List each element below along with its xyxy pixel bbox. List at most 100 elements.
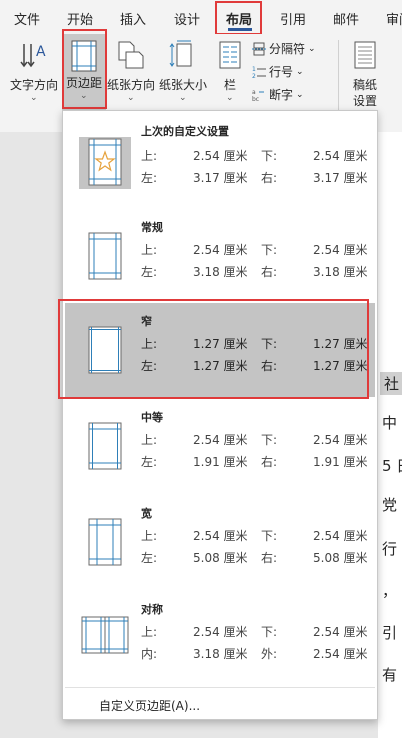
document-page[interactable]: [378, 132, 402, 738]
draft-paper-icon: [354, 41, 376, 69]
outside-label: 外:: [261, 647, 278, 661]
bottom-label: 下:: [261, 433, 278, 447]
active-tab-indicator: [228, 28, 252, 31]
orientation-label: 纸张方向: [106, 78, 155, 92]
left-value: 1.91 厘米: [193, 455, 248, 469]
margin-option-name: 上次的自定义设置: [141, 125, 229, 138]
doc-text-fragment: 行: [382, 540, 398, 558]
margin-option-wide[interactable]: 宽 上: 2.54 厘米 下: 2.54 厘米 左: 5.08 厘米 右: 5.…: [65, 495, 375, 589]
right-label: 右:: [261, 359, 278, 373]
margins-label: 页边距: [65, 76, 102, 90]
left-value: 1.27 厘米: [193, 359, 248, 373]
left-label: 左:: [141, 551, 158, 565]
columns-label: 栏: [223, 78, 236, 92]
doc-text-fragment: ，: [382, 582, 398, 600]
draft-paper-label-line1: 稿纸: [352, 78, 377, 92]
margin-preview-normal-icon: [88, 232, 122, 280]
breaks-icon: [252, 42, 266, 55]
top-value: 2.54 厘米: [193, 529, 248, 543]
tab-references[interactable]: 引用: [280, 9, 306, 28]
right-value: 1.27 厘米: [313, 359, 368, 373]
text-direction-button[interactable]: A 文字方向 ⌄: [6, 38, 62, 103]
svg-text:2: 2: [252, 73, 256, 79]
tab-insert[interactable]: 插入: [120, 9, 146, 28]
margin-option-name: 宽: [141, 507, 152, 520]
bottom-value: 2.54 厘米: [313, 243, 368, 257]
draft-paper-settings-button[interactable]: 稿纸 设置: [344, 38, 386, 108]
margin-preview-mirrored-icon: [81, 616, 129, 654]
svg-text:bc: bc: [252, 96, 259, 102]
margins-icon: [71, 40, 97, 72]
left-label: 左:: [141, 171, 158, 185]
margin-option-last-custom[interactable]: 上次的自定义设置 上: 2.54 厘米 下: 2.54 厘米 左: 3.17 厘…: [65, 115, 375, 209]
orientation-icon: [118, 41, 144, 69]
columns-icon: [219, 41, 241, 69]
margins-dropdown: 上次的自定义设置 上: 2.54 厘米 下: 2.54 厘米 左: 3.17 厘…: [62, 110, 378, 720]
bottom-label: 下:: [261, 625, 278, 639]
left-label: 左:: [141, 265, 158, 279]
line-numbers-label: 行号: [269, 65, 294, 79]
breaks-label: 分隔符: [269, 42, 306, 56]
margin-option-name: 中等: [141, 411, 163, 424]
doc-text-fragment: 社: [380, 372, 402, 395]
margin-option-name: 对称: [141, 603, 163, 616]
paper-size-button[interactable]: 纸张大小 ⌄: [158, 38, 208, 103]
top-value: 2.54 厘米: [193, 625, 248, 639]
ribbon-group-separator: [338, 40, 339, 118]
right-label: 右:: [261, 265, 278, 279]
tab-mailings[interactable]: 邮件: [333, 9, 359, 28]
orientation-button[interactable]: 纸张方向 ⌄: [106, 38, 156, 103]
doc-text-fragment: 有: [382, 666, 398, 684]
top-label: 上:: [141, 529, 158, 543]
right-label: 右:: [261, 171, 278, 185]
tab-review[interactable]: 审阅: [386, 9, 402, 28]
margin-option-mirrored[interactable]: 对称 上: 2.54 厘米 下: 2.54 厘米 内: 3.18 厘米 外: 2…: [65, 591, 375, 685]
custom-margins-button[interactable]: 自定义页边距(A)...: [99, 697, 200, 714]
margin-option-normal[interactable]: 常规 上: 2.54 厘米 下: 2.54 厘米 左: 3.18 厘米 右: 3…: [65, 209, 375, 303]
margin-option-moderate[interactable]: 中等 上: 2.54 厘米 下: 2.54 厘米 左: 1.91 厘米 右: 1…: [65, 399, 375, 493]
left-label: 左:: [141, 359, 158, 373]
tab-home[interactable]: 开始: [67, 9, 93, 28]
top-value: 2.54 厘米: [193, 243, 248, 257]
right-value: 3.17 厘米: [313, 171, 368, 185]
hyphenation-button[interactable]: a bc 断字 ⌄: [252, 86, 304, 103]
top-label: 上:: [141, 433, 158, 447]
bottom-label: 下:: [261, 243, 278, 257]
margins-button[interactable]: 页边距 ⌄: [62, 34, 106, 110]
doc-text-fragment: 5 日: [382, 457, 402, 475]
top-value: 2.54 厘米: [193, 149, 248, 163]
outside-value: 2.54 厘米: [313, 647, 368, 661]
top-label: 上:: [141, 149, 158, 163]
margin-option-narrow[interactable]: 窄 上: 1.27 厘米 下: 1.27 厘米 左: 1.27 厘米 右: 1.…: [65, 303, 375, 397]
chevron-down-icon: ⌄: [296, 66, 304, 77]
right-value: 3.18 厘米: [313, 265, 368, 279]
chevron-down-icon: ⌄: [127, 93, 135, 103]
chevron-down-icon: ⌄: [226, 93, 234, 103]
margin-preview-narrow-icon: [88, 326, 122, 374]
chevron-down-icon: ⌄: [30, 93, 38, 103]
doc-text-fragment: 中: [382, 414, 398, 432]
tab-layout[interactable]: 布局: [226, 9, 252, 28]
bottom-value: 2.54 厘米: [313, 433, 368, 447]
doc-text-fragment: 引: [382, 624, 398, 642]
line-numbers-icon: 1 2: [252, 66, 266, 79]
breaks-button[interactable]: 分隔符 ⌄: [252, 40, 316, 57]
svg-text:1: 1: [252, 66, 256, 73]
right-label: 右:: [261, 455, 278, 469]
right-value: 1.91 厘米: [313, 455, 368, 469]
bottom-label: 下:: [261, 337, 278, 351]
top-label: 上:: [141, 625, 158, 639]
hyphenation-label: 断字: [269, 88, 294, 102]
tab-design[interactable]: 设计: [174, 9, 200, 28]
tab-file[interactable]: 文件: [14, 9, 40, 28]
draft-paper-label-line2: 设置: [352, 94, 377, 108]
svg-text:A: A: [36, 44, 46, 60]
left-value: 3.18 厘米: [193, 265, 248, 279]
left-label: 左:: [141, 455, 158, 469]
bottom-value: 2.54 厘米: [313, 625, 368, 639]
line-numbers-button[interactable]: 1 2 行号 ⌄: [252, 63, 304, 80]
top-label: 上:: [141, 243, 158, 257]
left-value: 5.08 厘米: [193, 551, 248, 565]
bottom-label: 下:: [261, 149, 278, 163]
columns-button[interactable]: 栏 ⌄: [214, 38, 246, 103]
